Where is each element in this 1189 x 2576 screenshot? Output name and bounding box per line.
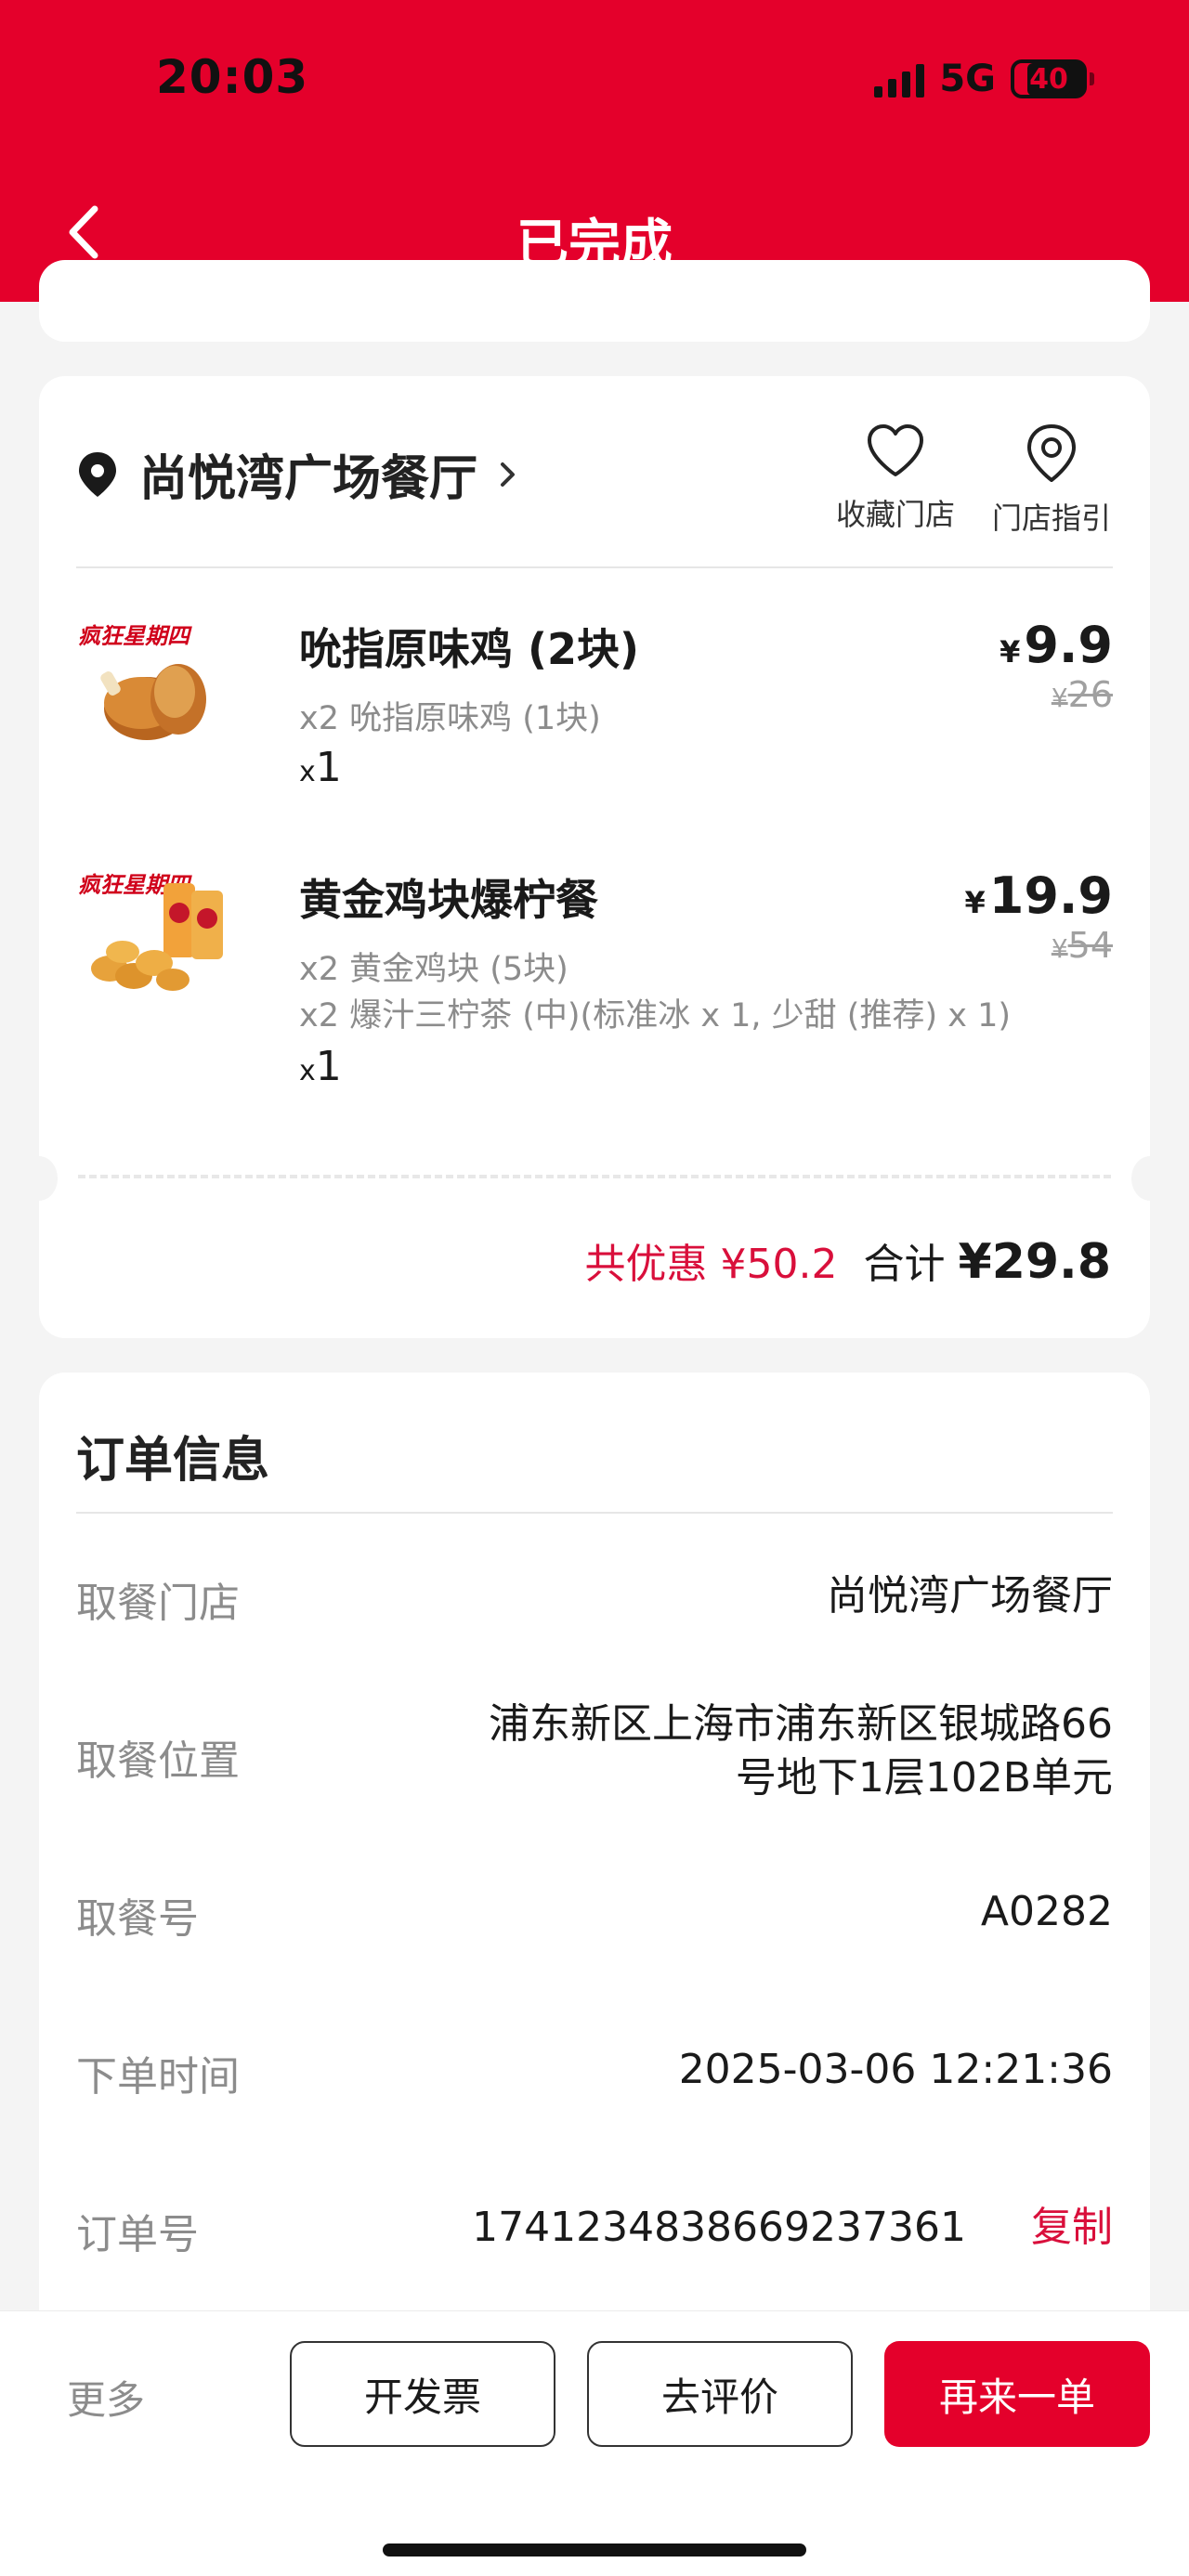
info-value: 浦东新区上海市浦东新区银城路66 号地下1层102B单元 bbox=[489, 1700, 1113, 1802]
review-button[interactable]: 去评价 bbox=[587, 2341, 853, 2447]
current-price: ¥9.9 bbox=[1000, 616, 1113, 674]
network-type: 5G bbox=[939, 58, 996, 100]
info-row-pickup-store: 取餐门店 尚悦湾广场餐厅 bbox=[76, 1569, 1113, 1627]
original-price: ¥54 bbox=[1051, 925, 1113, 966]
order-totals: 共优惠 ¥50.2 合计 ¥29.8 bbox=[585, 1230, 1111, 1290]
store-name: 尚悦湾广场餐厅 bbox=[139, 451, 478, 507]
order-number: 1741234838669237361 bbox=[472, 2204, 966, 2251]
location-pin-icon bbox=[1026, 424, 1076, 482]
order-info-card: 订单信息 取餐门店 尚悦湾广场餐厅 取餐位置 浦东新区上海市浦东新区银城路66 … bbox=[39, 1373, 1150, 2450]
signal-icon bbox=[874, 60, 925, 98]
info-label: 取餐号 bbox=[76, 1895, 199, 1943]
store-actions: 收藏门店 门店指引 bbox=[836, 423, 1111, 538]
info-label: 取餐门店 bbox=[76, 1580, 240, 1627]
divider bbox=[76, 1512, 1113, 1514]
battery-icon: 40 bbox=[1011, 59, 1094, 98]
info-label: 下单时间 bbox=[76, 2053, 240, 2101]
home-indicator[interactable] bbox=[383, 2543, 806, 2556]
store-directions-button[interactable]: 门店指引 bbox=[992, 423, 1111, 538]
item-detail: x2 爆汁三柠茶 (中)(标准冰 x 1, 少甜 (推荐) x 1) bbox=[299, 997, 1012, 1034]
info-value: A0282 bbox=[980, 1888, 1113, 1935]
info-value: 2025-03-06 12:21:36 bbox=[678, 2046, 1113, 2093]
info-value: 尚悦湾广场餐厅 bbox=[827, 1572, 1113, 1620]
more-button[interactable]: 更多 bbox=[67, 2369, 145, 2426]
status-indicators: 5G 40 bbox=[874, 58, 1094, 100]
header-bar: 20:03 5G 40 已完成 bbox=[0, 0, 1189, 302]
heart-icon bbox=[867, 424, 923, 476]
total-amount: ¥29.8 bbox=[958, 1234, 1111, 1290]
status-time: 20:03 bbox=[156, 50, 309, 104]
svg-text:疯狂星期四: 疯狂星期四 bbox=[78, 622, 192, 649]
info-label: 订单号 bbox=[76, 2211, 199, 2258]
nuggets-combo-product-image: 疯狂星期四 bbox=[78, 871, 223, 991]
copy-button[interactable]: 复制 bbox=[1031, 2204, 1113, 2251]
discount-summary: 共优惠 ¥50.2 bbox=[584, 1241, 838, 1288]
previous-card-bottom bbox=[39, 260, 1150, 342]
original-price: ¥26 bbox=[1051, 674, 1113, 715]
dashed-divider bbox=[78, 1175, 1111, 1178]
ticket-notch-right bbox=[1131, 1156, 1150, 1201]
chicken-product-image: 疯狂星期四 bbox=[78, 622, 206, 740]
ticket-notch-left bbox=[39, 1156, 58, 1201]
info-row-pickup-location: 取餐位置 浦东新区上海市浦东新区银城路66 号地下1层102B单元 bbox=[76, 1698, 1113, 1809]
battery-level-text: 40 bbox=[1027, 62, 1070, 96]
info-label: 取餐位置 bbox=[76, 1737, 240, 1785]
store-directions-label: 门店指引 bbox=[991, 501, 1111, 536]
item-name: 黄金鸡块爆柠餐 bbox=[299, 875, 598, 925]
item-detail: x2 吮指原味鸡 (1块) bbox=[299, 700, 601, 737]
item-quantity: x1 bbox=[299, 744, 342, 791]
divider bbox=[76, 566, 1113, 568]
item-price: ¥9.9 ¥26 bbox=[1000, 616, 1113, 715]
order-info-title: 订单信息 bbox=[76, 1433, 270, 1489]
current-price: ¥19.9 bbox=[964, 866, 1114, 925]
item-quantity: x1 bbox=[299, 1043, 342, 1090]
order-card: 尚悦湾广场餐厅 收藏门店 门店指引 疯狂星期四 吮指原味鸡 (2块) x2 吮指… bbox=[39, 376, 1150, 1338]
reorder-button[interactable]: 再来一单 bbox=[884, 2341, 1150, 2447]
order-item: 疯狂星期四 吮指原味鸡 (2块) x2 吮指原味鸡 (1块) x1 ¥9.9 ¥… bbox=[76, 616, 1113, 791]
total-label: 合计 bbox=[863, 1241, 946, 1288]
store-link[interactable]: 尚悦湾广场餐厅 bbox=[76, 439, 518, 509]
item-detail: x2 黄金鸡块 (5块) bbox=[299, 951, 568, 988]
favorite-store-button[interactable]: 收藏门店 bbox=[836, 423, 955, 538]
invoice-button[interactable]: 开发票 bbox=[290, 2341, 555, 2447]
location-marker-icon bbox=[79, 451, 116, 497]
favorite-store-label: 收藏门店 bbox=[835, 497, 955, 532]
item-price: ¥19.9 ¥54 bbox=[965, 866, 1114, 966]
info-row-order-time: 下单时间 2025-03-06 12:21:36 bbox=[76, 2043, 1113, 2101]
item-name: 吮指原味鸡 (2块) bbox=[299, 624, 640, 674]
info-value: 1741234838669237361 复制 bbox=[472, 2201, 1113, 2255]
bottom-action-bar: 更多 开发票 去评价 再来一单 bbox=[0, 2310, 1189, 2576]
order-item: 疯狂星期四 黄金鸡块爆柠餐 x2 黄金鸡块 (5块) x2 爆汁三柠茶 (中)(… bbox=[76, 866, 1114, 1090]
info-row-pickup-number: 取餐号 A0282 bbox=[76, 1885, 1113, 1943]
chevron-right-icon bbox=[501, 462, 516, 487]
info-row-order-number: 订单号 1741234838669237361 复制 bbox=[76, 2201, 1113, 2258]
